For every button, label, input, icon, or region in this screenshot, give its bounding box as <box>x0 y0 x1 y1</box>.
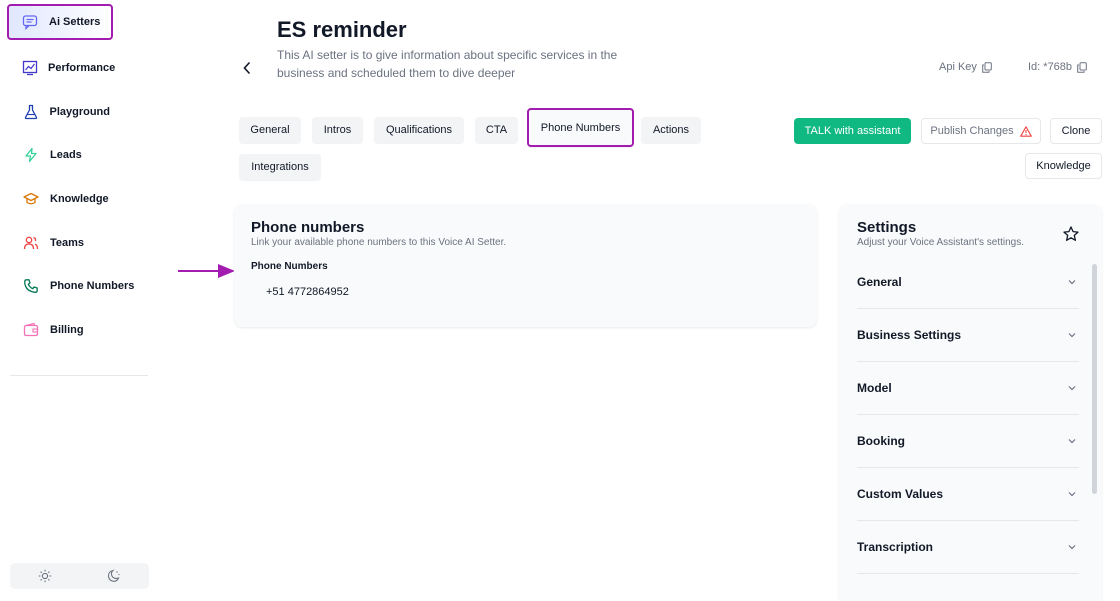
tab-integrations[interactable]: Integrations <box>239 154 321 180</box>
settings-panel: Settings Adjust your Voice Assistant's s… <box>839 204 1102 601</box>
chevron-down-icon <box>1067 330 1077 340</box>
phone-number-value: +51 4772864952 <box>266 286 349 298</box>
section-label: Model <box>857 381 892 395</box>
button-label: TALK with assistant <box>804 125 901 137</box>
panel-subtitle: Link your available phone numbers to thi… <box>251 237 507 248</box>
lightning-icon <box>22 146 40 164</box>
page-title: ES reminder <box>277 17 407 42</box>
section-label: Custom Values <box>857 487 944 501</box>
publish-changes-button[interactable]: Publish Changes <box>921 118 1041 144</box>
chevron-down-icon <box>1067 489 1077 499</box>
sidebar-item-label: Leads <box>50 149 82 161</box>
tab-cta[interactable]: CTA <box>475 117 518 143</box>
tab-label: Qualifications <box>385 124 453 136</box>
settings-section-custom-values[interactable]: Custom Values <box>857 468 1079 521</box>
sidebar-item-phone-numbers[interactable]: Phone Numbers <box>10 269 150 303</box>
button-label: Clone <box>1061 125 1091 137</box>
sidebar-item-knowledge[interactable]: Knowledge <box>10 182 110 216</box>
panel-title: Phone numbers <box>251 219 365 236</box>
setter-id: Id: *768b <box>1028 61 1087 73</box>
settings-section-business-settings[interactable]: Business Settings <box>857 309 1079 362</box>
sidebar-item-ai-setters[interactable]: Ai Setters <box>7 4 113 40</box>
tab-qualifications[interactable]: Qualifications <box>374 117 464 143</box>
sidebar-item-label: Performance <box>48 62 116 74</box>
tab-label: General <box>250 124 290 136</box>
settings-section-general[interactable]: General <box>857 256 1079 309</box>
sidebar-item-label: Playground <box>49 106 110 118</box>
annotation-arrow-icon <box>178 264 235 278</box>
phone-numbers-panel: Phone numbers Link your available phone … <box>234 204 817 327</box>
copy-icon[interactable] <box>982 61 992 73</box>
moon-icon[interactable] <box>106 568 122 584</box>
sidebar-item-label: Ai Setters <box>49 16 101 28</box>
sidebar-item-label: Billing <box>50 324 84 336</box>
tab-general[interactable]: General <box>239 117 301 143</box>
section-label: Booking <box>857 434 905 448</box>
sidebar-item-leads[interactable]: Leads <box>10 138 110 172</box>
back-button[interactable] <box>238 58 256 78</box>
settings-title: Settings <box>857 219 917 236</box>
section-label: General <box>857 275 902 289</box>
sidebar-item-billing[interactable]: Billing <box>10 313 110 347</box>
setter-id-label: Id: *768b <box>1028 61 1073 73</box>
chevron-left-icon <box>243 61 251 75</box>
clone-button[interactable]: Clone <box>1050 118 1102 144</box>
page-description: This AI setter is to give information ab… <box>277 48 618 80</box>
theme-toggle <box>10 563 149 589</box>
flask-icon <box>22 103 39 121</box>
star-icon[interactable] <box>1063 226 1079 242</box>
chevron-down-icon <box>1067 383 1077 393</box>
tab-label: CTA <box>485 124 508 136</box>
sidebar-item-label: Phone Numbers <box>50 280 135 292</box>
settings-subtitle: Adjust your Voice Assistant's settings. <box>857 237 1024 248</box>
tab-label: Intros <box>323 124 352 136</box>
sidebar-item-teams[interactable]: Teams <box>10 226 110 260</box>
sidebar-divider <box>10 375 148 376</box>
sidebar-item-playground[interactable]: Playground <box>10 95 110 129</box>
settings-section-transcription[interactable]: Transcription <box>857 521 1079 574</box>
graduation-cap-icon <box>22 190 40 208</box>
settings-section-model[interactable]: Model <box>857 362 1079 415</box>
talk-with-assistant-button[interactable]: TALK with assistant <box>794 118 911 144</box>
warning-icon <box>1019 125 1032 137</box>
section-label: Transcription <box>857 540 934 554</box>
sidebar-item-label: Teams <box>50 237 85 249</box>
chevron-down-icon <box>1067 436 1077 446</box>
phone-numbers-label: Phone Numbers <box>251 261 328 272</box>
wallet-icon <box>22 321 40 339</box>
users-icon <box>22 234 40 252</box>
api-key-label: Api Key <box>939 61 977 73</box>
settings-scrollbar[interactable] <box>1092 264 1097 494</box>
settings-section-booking[interactable]: Booking <box>857 415 1079 468</box>
sidebar-item-performance[interactable]: Performance <box>10 51 115 85</box>
sidebar-item-label: Knowledge <box>50 193 109 205</box>
section-label: Business Settings <box>857 328 962 342</box>
copy-icon[interactable] <box>1077 61 1087 73</box>
chevron-down-icon <box>1067 542 1077 552</box>
tab-label: Integrations <box>251 161 309 173</box>
chart-icon <box>22 59 38 77</box>
tab-actions[interactable]: Actions <box>641 117 701 143</box>
tab-intros[interactable]: Intros <box>312 117 363 143</box>
chat-bubble-icon <box>21 13 39 31</box>
button-label: Publish Changes <box>930 125 1014 137</box>
knowledge-button[interactable]: Knowledge <box>1025 153 1102 179</box>
chevron-down-icon <box>1067 277 1077 287</box>
sun-icon[interactable] <box>37 568 53 584</box>
sidebar: Ai Setters Performance Playground Leads … <box>0 0 158 601</box>
api-key: Api Key <box>939 61 992 73</box>
phone-number-select[interactable]: +51 4772864952 <box>251 280 789 304</box>
tab-phone-numbers[interactable]: Phone Numbers <box>527 108 634 147</box>
tab-label: Actions <box>652 124 690 136</box>
phone-icon <box>22 277 40 295</box>
tab-label: Phone Numbers <box>540 121 621 134</box>
button-label: Knowledge <box>1036 160 1091 172</box>
